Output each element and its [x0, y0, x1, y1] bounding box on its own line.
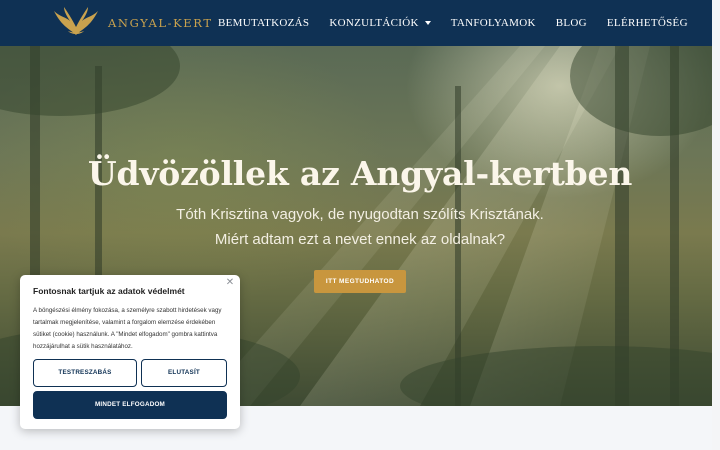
cookie-description: A böngészési élmény fokozása, a személyr…	[33, 307, 222, 350]
close-icon[interactable]: ✕	[224, 277, 236, 289]
main-nav: BEMUTATKOZÁS KONZULTÁCIÓK TANFOLYAMOK BL…	[218, 0, 720, 46]
hero-title: Üdvözöllek az Angyal-kertben	[87, 154, 633, 193]
nav-label: BEMUTATKOZÁS	[218, 17, 310, 29]
nav-label: BLOG	[555, 17, 587, 29]
cookie-consent-banner: ✕ Fontosnak tartjuk az adatok védelmét A…	[20, 275, 240, 429]
nav-item-blog[interactable]: BLOG	[556, 17, 587, 29]
nav-label: ELÉRHETŐSÉG	[606, 17, 688, 29]
nav-item-elerhetoseg[interactable]: ELÉRHETŐSÉG	[607, 17, 688, 29]
learn-more-button[interactable]: ITT MEGTUDHATOD	[314, 270, 406, 293]
angel-wings-icon	[54, 7, 98, 35]
nav-item-bemutatkozas[interactable]: BEMUTATKOZÁS	[218, 17, 309, 29]
accept-all-button[interactable]: MINDET ELFOGADOM	[33, 391, 227, 419]
page-scrollbar-strip	[712, 0, 720, 450]
nav-label: TANFOLYAMOK	[450, 17, 536, 29]
hero-subtitle-line1: Tóth Krisztina vagyok, de nyugodtan szól…	[176, 206, 544, 223]
cookie-title: Fontosnak tartjuk az adatok védelmét	[33, 286, 185, 296]
nav-label: KONZULTÁCIÓK	[329, 17, 419, 29]
nav-item-konzultaciok[interactable]: KONZULTÁCIÓK	[329, 17, 431, 29]
decline-button[interactable]: ELUTASÍT	[141, 359, 227, 387]
site-header: ANGYAL-KERT BEMUTATKOZÁS KONZULTÁCIÓK TA…	[0, 0, 720, 46]
site-logo[interactable]: ANGYAL-KERT	[52, 5, 213, 41]
nav-item-tanfolyamok[interactable]: TANFOLYAMOK	[451, 17, 536, 29]
customize-button[interactable]: TESTRESZABÁS	[33, 359, 137, 387]
chevron-down-icon	[424, 21, 431, 25]
logo-text: ANGYAL-KERT	[108, 16, 213, 30]
hero-subtitle-line2: Miért adtam ezt a nevet ennek az oldalna…	[214, 231, 506, 248]
